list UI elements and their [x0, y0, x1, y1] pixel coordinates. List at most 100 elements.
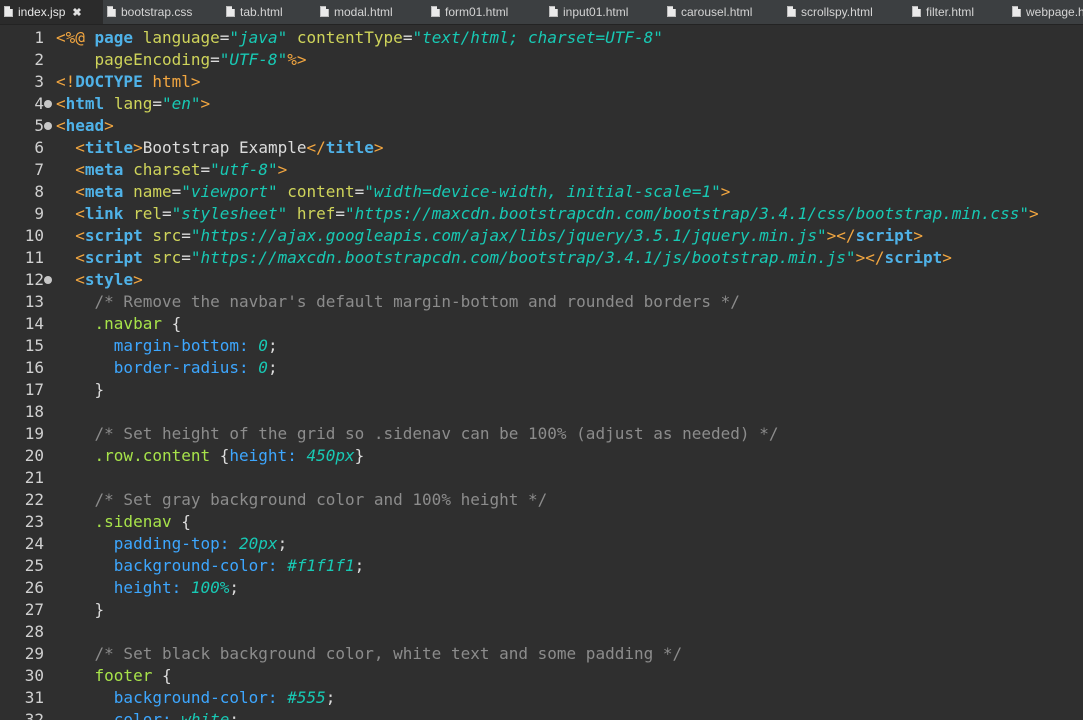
line-number: 22	[24, 490, 44, 509]
code-editor[interactable]: 1 2 3 4 5 6 7 8 9 10 11 12 13 14 15 16 17 18 19 20 21 22 23 24 2…	[0, 25, 1083, 720]
code-token: >	[190, 72, 201, 91]
tab-bootstrap-css[interactable]: bootstrap.css	[103, 0, 222, 24]
tab-filter-html[interactable]: filter.html	[908, 0, 1008, 24]
tab-form01-html[interactable]: form01.html	[427, 0, 545, 24]
code-token: href	[296, 204, 336, 223]
line-number: 28	[24, 622, 44, 641]
code-line[interactable]: padding-top: 20px;	[56, 533, 287, 555]
code-token: "en"	[161, 94, 201, 113]
code-line[interactable]: }	[56, 599, 105, 621]
code-token: "utf-8"	[210, 160, 278, 179]
code-token: <	[75, 248, 85, 267]
line-number: 32	[24, 710, 44, 720]
tab-tab-html[interactable]: tab.html	[222, 0, 316, 24]
code-line[interactable]: color: white;	[56, 709, 239, 720]
line-number: 1	[34, 28, 44, 47]
line-number: 23	[24, 512, 44, 531]
code-line[interactable]: footer {	[56, 665, 172, 687]
tab-input01-html[interactable]: input01.html	[545, 0, 663, 24]
code-line[interactable]: /* Set black background color, white tex…	[56, 643, 683, 665]
code-line[interactable]: <!DOCTYPE html>	[56, 71, 201, 93]
code-line[interactable]: border-radius: 0;	[56, 357, 278, 379]
line-number: 17	[24, 380, 44, 399]
code-line[interactable]: <meta name="viewport" content="width=dev…	[56, 181, 730, 203]
tab-webpage-h[interactable]: webpage.h	[1008, 0, 1083, 24]
code-line[interactable]: <title>Bootstrap Example</title>	[56, 137, 383, 159]
fold-marker-icon[interactable]	[44, 276, 52, 284]
code-token: >	[277, 160, 288, 179]
file-icon	[549, 6, 558, 17]
code-token: >	[720, 182, 731, 201]
fold-marker-icon[interactable]	[44, 122, 52, 130]
code-line[interactable]: <script src="https://maxcdn.bootstrapcdn…	[56, 247, 952, 269]
code-line[interactable]: <head>	[56, 115, 114, 137]
close-tab-icon[interactable]: ✖	[72, 7, 81, 19]
code-token: =	[219, 28, 230, 47]
line-number: 7	[34, 160, 44, 179]
tab-carousel-html[interactable]: carousel.html	[663, 0, 783, 24]
fold-marker-icon[interactable]	[44, 100, 52, 108]
code-token: =	[402, 28, 413, 47]
code-line[interactable]: background-color: #f1f1f1;	[56, 555, 364, 577]
code-token: <	[75, 204, 85, 223]
code-line[interactable]: .row.content {height: 450px}	[56, 445, 365, 467]
line-number: 9	[34, 204, 44, 223]
code-token: =	[354, 182, 365, 201]
code-line[interactable]: background-color: #555;	[56, 687, 336, 709]
code-token: <	[75, 270, 85, 289]
code-token: 20px	[239, 534, 278, 553]
code-line[interactable]: <style>	[56, 269, 142, 291]
code-token: >	[913, 226, 923, 245]
code-token: "java"	[229, 28, 288, 47]
code-token: .navbar	[94, 314, 162, 333]
code-token: margin-bottom:	[113, 336, 249, 355]
code-token: padding-top:	[113, 534, 230, 553]
code-line[interactable]: /* Set gray background color and 100% he…	[56, 489, 548, 511]
code-token: <	[75, 226, 85, 245]
tab-label: tab.html	[240, 5, 283, 19]
file-icon	[1012, 6, 1021, 17]
code-token: white	[181, 710, 230, 720]
code-token: meta	[84, 182, 124, 201]
code-line[interactable]: }	[56, 379, 105, 401]
code-token: =	[210, 50, 220, 69]
code-line[interactable]: .sidenav {	[56, 511, 191, 533]
code-line[interactable]: height: 100%;	[56, 577, 239, 599]
line-number: 8	[34, 182, 44, 201]
tab-index-jsp[interactable]: index.jsp ✖	[0, 0, 103, 24]
code-line[interactable]: /* Remove the navbar's default margin-bo…	[56, 291, 740, 313]
tab-label: filter.html	[926, 5, 975, 19]
code-token: /* Remove the navbar's default margin-bo…	[94, 292, 740, 311]
code-line[interactable]: pageEncoding="UTF-8"%>	[56, 49, 307, 71]
code-token: }	[354, 446, 365, 465]
code-token: ;	[354, 556, 365, 575]
line-number: 10	[24, 226, 44, 245]
code-line[interactable]: <link rel="stylesheet" href="https://max…	[56, 203, 1039, 225]
code-token: <	[75, 160, 85, 179]
code-token: #555	[287, 688, 326, 707]
code-line[interactable]: <html lang="en">	[56, 93, 210, 115]
code-token: {	[210, 446, 230, 465]
code-line[interactable]: <%@ page language="java" contentType="te…	[56, 27, 663, 49]
code-line[interactable]: <script src="https://ajax.googleapis.com…	[56, 225, 923, 247]
tab-scrollspy-html[interactable]: scrollspy.html	[783, 0, 908, 24]
tab-label: index.jsp	[18, 5, 66, 19]
code-area[interactable]: <%@ page language="java" contentType="te…	[56, 25, 1083, 720]
code-token: >	[942, 248, 952, 267]
tab-modal-html[interactable]: modal.html	[316, 0, 427, 24]
code-token: rel	[133, 204, 162, 223]
code-line[interactable]: .navbar {	[56, 313, 182, 335]
code-token: content	[287, 182, 355, 201]
code-token: >	[133, 138, 143, 157]
code-line[interactable]: <meta charset="utf-8">	[56, 159, 287, 181]
code-line[interactable]: margin-bottom: 0;	[56, 335, 278, 357]
code-token: >	[1028, 204, 1039, 223]
code-line[interactable]: /* Set height of the grid so .sidenav ca…	[56, 423, 779, 445]
